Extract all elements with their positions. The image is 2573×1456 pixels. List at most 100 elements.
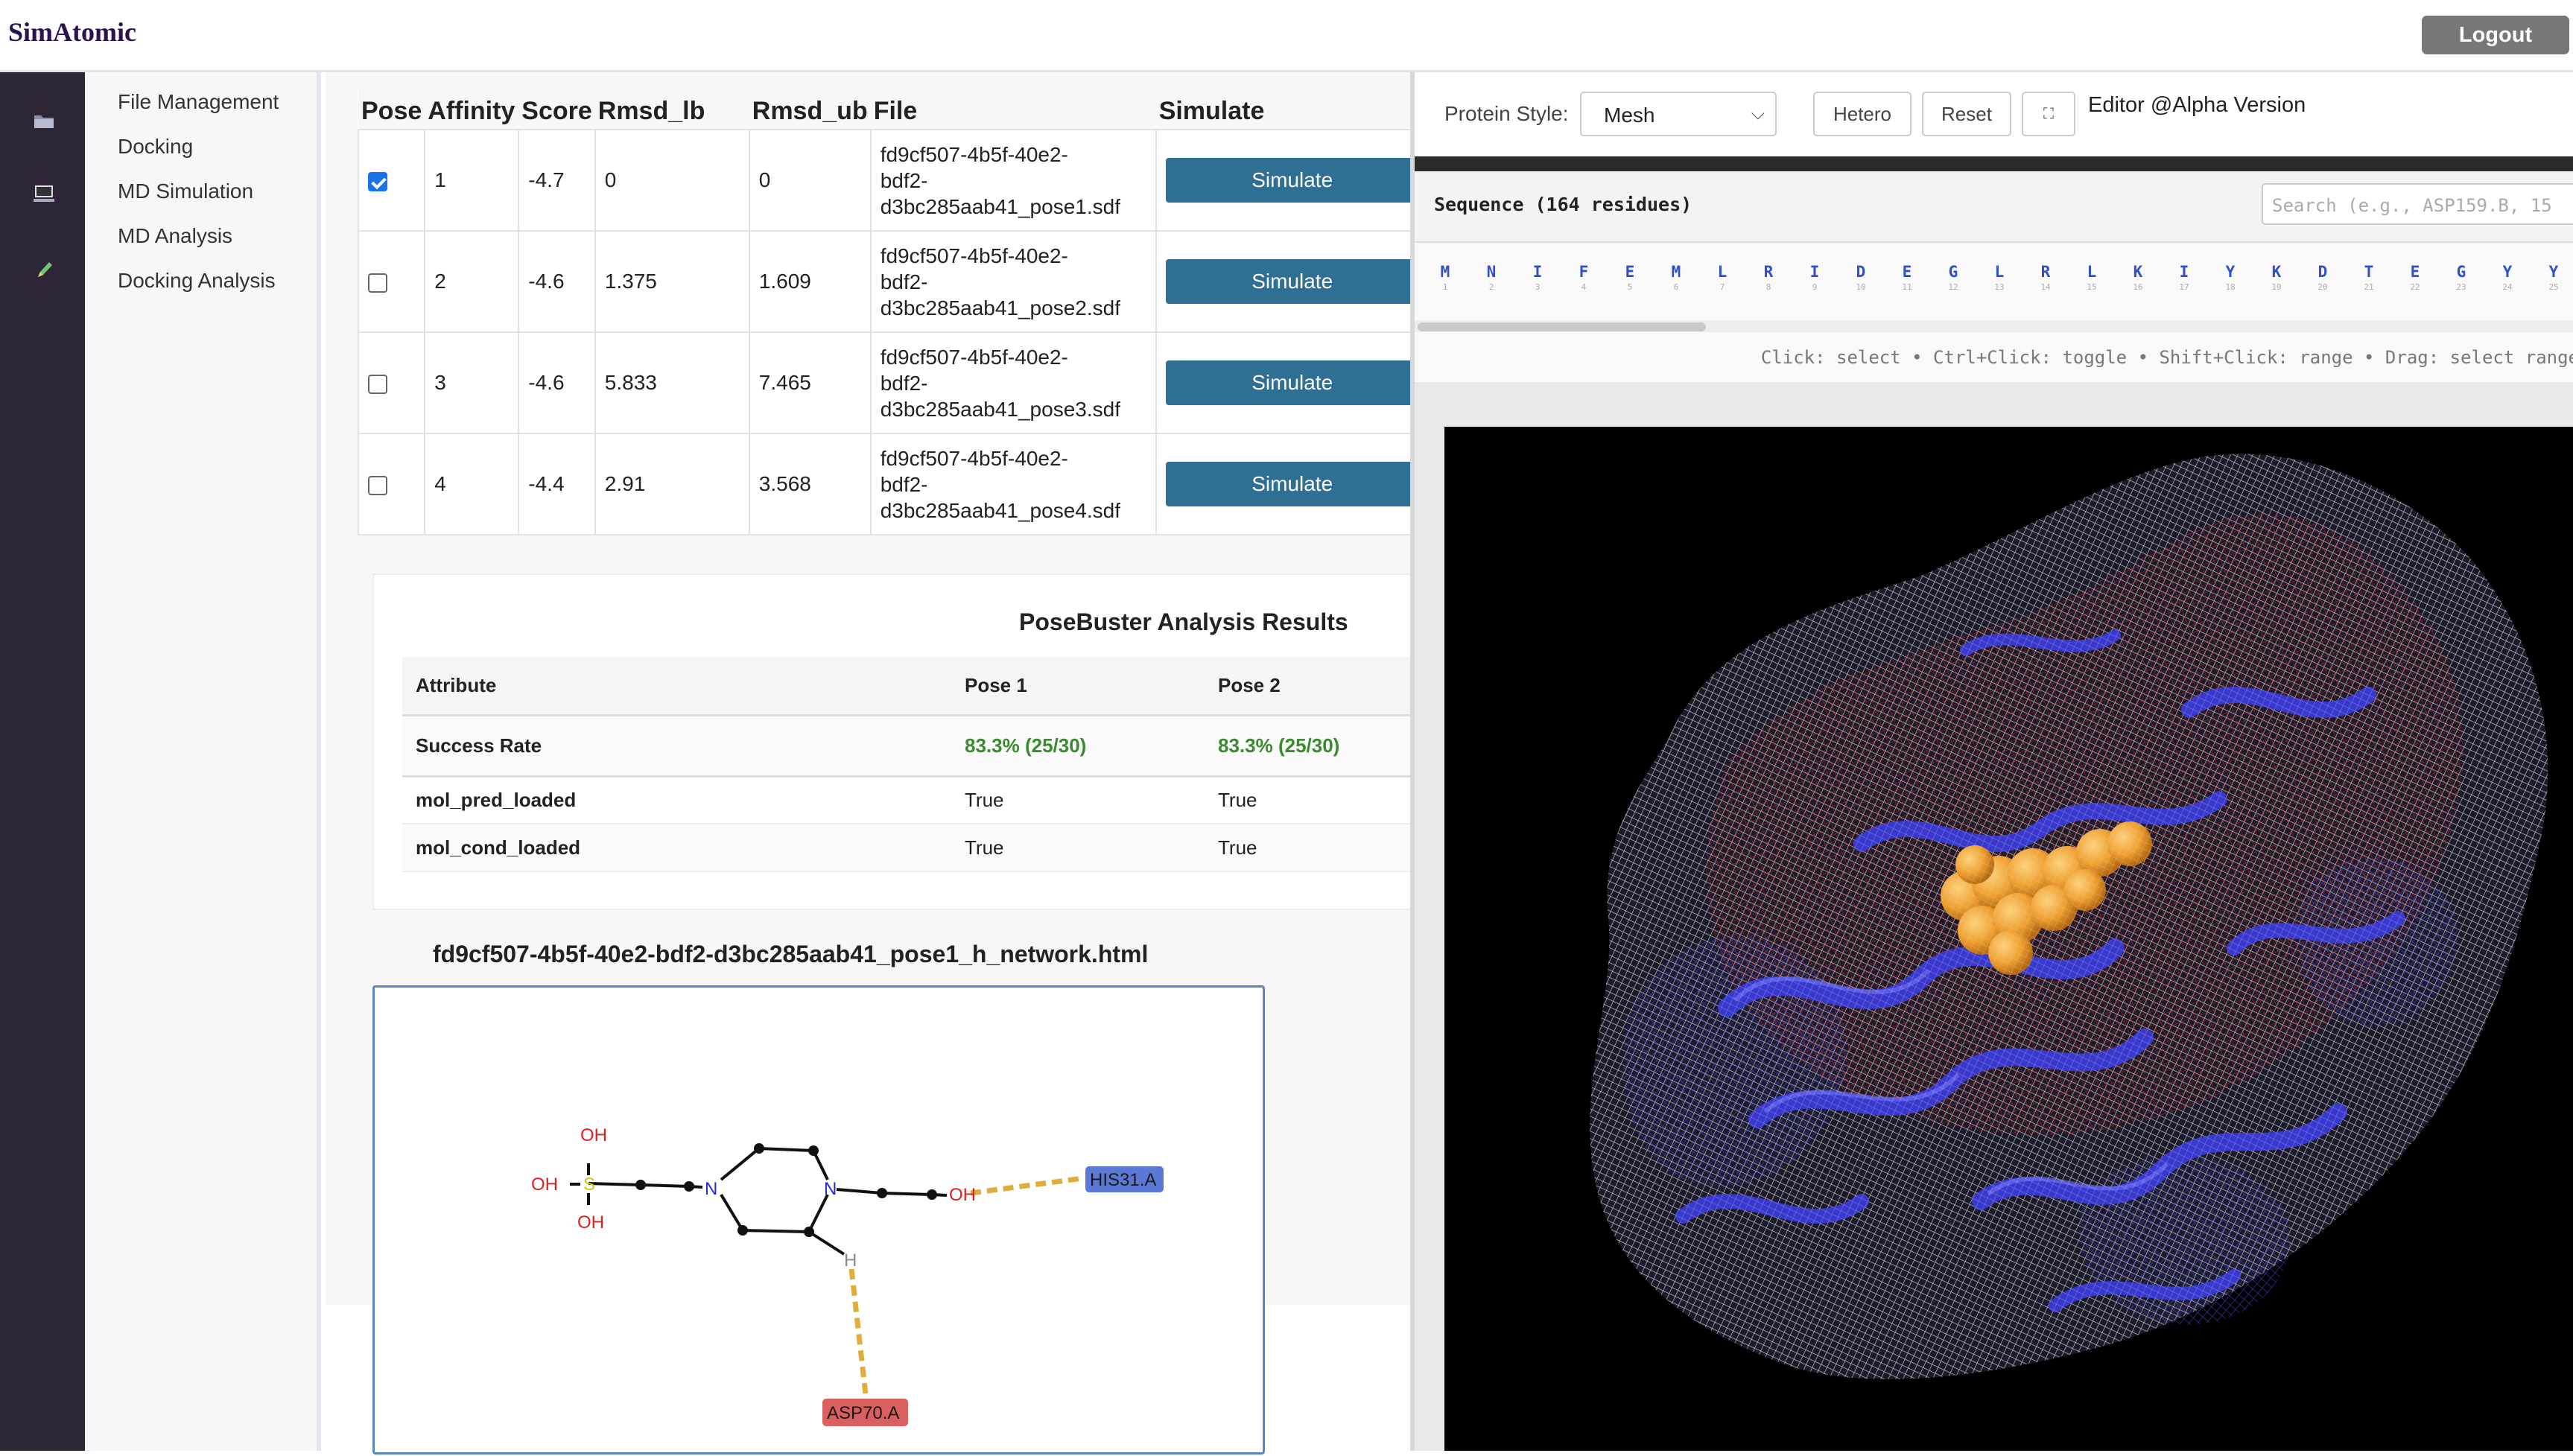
file-line: fd9cf507-4b5f-40e2- (880, 345, 1068, 369)
table-row: mol_pred_loaded True True (402, 776, 1412, 824)
attr-name: mol_pred_loaded (402, 776, 951, 824)
atom-oh-bottom: OH (577, 1212, 604, 1233)
residue-letter: T (2364, 263, 2374, 281)
sequence-panel: Sequence (164 residues) Search (e.g., AS… (1415, 171, 2573, 382)
fullscreen-icon[interactable]: ⛶ (2022, 92, 2075, 136)
residue-M1[interactable]: M1 (1422, 263, 1468, 292)
residue-F4[interactable]: F4 (1561, 263, 1607, 292)
sequence-search-input[interactable]: Search (e.g., ASP159.B, 15 (2262, 183, 2573, 225)
nav-item-file-management[interactable]: File Management (118, 90, 279, 114)
folder-icon[interactable] (31, 109, 57, 132)
residue-I3[interactable]: I3 (1514, 263, 1561, 292)
reset-button[interactable]: Reset (1922, 92, 2011, 136)
atom-oh-left: OH (531, 1174, 558, 1195)
file-line: d3bc285aab41_pose2.sdf (880, 296, 1120, 320)
residue-strip[interactable]: M 1 N 2 I 3 F 4 E 5 M 6 L 7 R 8 I 9 D 10 E 11 G 12 L 13 R 14 L 15 K 16 I… (1415, 263, 2573, 308)
col-pose1: Pose 1 (951, 657, 1205, 716)
residue-number: 24 (2502, 282, 2513, 292)
residue-L13[interactable]: L 13 (1976, 263, 2022, 292)
sequence-scroll-thumb[interactable] (1418, 322, 1706, 331)
residue-R8[interactable]: R8 (1745, 263, 1792, 292)
residue-M6[interactable]: M6 (1653, 263, 1699, 292)
attr-name: mol_cond_loaded (402, 824, 951, 872)
residue-D20[interactable]: D 20 (2300, 263, 2346, 292)
residue-E5[interactable]: E5 (1607, 263, 1653, 292)
simulate-button[interactable]: Simulate (1165, 462, 1419, 506)
atom-oh-top: OH (580, 1125, 607, 1145)
pose-checkbox[interactable] (368, 171, 387, 191)
logout-button[interactable]: Logout (2422, 16, 2569, 54)
residue-letter: N (1486, 263, 1497, 281)
residue-letter: E (2410, 263, 2420, 281)
pose-file: fd9cf507-4b5f-40e2- bdf2- d3bc285aab41_pos… (869, 331, 1157, 434)
pose-checkbox[interactable] (368, 475, 387, 495)
pose-rmsd-lb: 1.375 (594, 230, 750, 333)
pose-number: 4 (424, 433, 520, 535)
hetero-button[interactable]: Hetero (1813, 92, 1911, 136)
simulate-cell: Simulate (1155, 230, 1430, 333)
col-rmsd-lb: Rmsd_lb (594, 89, 749, 130)
pose-number: 1 (424, 129, 520, 232)
attr-pose1: True (951, 776, 1205, 824)
simulate-button[interactable]: Simulate (1165, 259, 1419, 304)
residue-I9[interactable]: I9 (1792, 263, 1838, 292)
residue-E22[interactable]: E 22 (2392, 263, 2438, 292)
file-line: fd9cf507-4b5f-40e2- (880, 142, 1068, 166)
residue-Y24[interactable]: Y 24 (2484, 263, 2531, 292)
residue-number: 16 (2133, 282, 2143, 292)
residue-K16[interactable]: K 16 (2115, 263, 2161, 292)
network-diagram: OH OH OH S N N OH H HIS31.A ASP70.A (531, 1125, 1164, 1426)
table-row: 1 -4.7 0 0 fd9cf507-4b5f-40e2- bdf2- d3bc2… (357, 129, 1430, 232)
residue-G23[interactable]: G 23 (2438, 263, 2484, 292)
residue-G12[interactable]: G 12 (1930, 263, 1976, 292)
residue-N2[interactable]: N2 (1468, 263, 1514, 292)
table-row: 3 -4.6 5.833 7.465 fd9cf507-4b5f-40e2- bd… (357, 331, 1430, 434)
residue-Y18[interactable]: Y 18 (2207, 263, 2253, 292)
residue-T21[interactable]: T 21 (2346, 263, 2392, 292)
monitor-icon[interactable] (31, 182, 57, 205)
residue-number: 22 (2410, 282, 2420, 292)
residue-K19[interactable]: K 19 (2253, 263, 2300, 292)
file-line: d3bc285aab41_pose4.sdf (880, 498, 1120, 522)
app-logo[interactable]: SimAtomic (8, 16, 136, 48)
table-row: Success Rate 83.3% (25/30) 83.3% (25/30) (402, 715, 1412, 778)
molecule-3d-viewer[interactable] (1444, 427, 2573, 1451)
residue-E11[interactable]: E 11 (1884, 263, 1930, 292)
pose-file: fd9cf507-4b5f-40e2- bdf2- d3bc285aab41_pos… (869, 433, 1157, 535)
simulate-button[interactable]: Simulate (1165, 158, 1419, 203)
file-line: bdf2- (880, 270, 928, 293)
file-line: d3bc285aab41_pose1.sdf (880, 194, 1120, 218)
residue-letter: E (1625, 263, 1635, 281)
pose-checkbox[interactable] (368, 273, 387, 293)
pencil-icon[interactable] (31, 258, 57, 281)
sequence-title: Sequence (164 residues) (1434, 194, 1692, 215)
nav-item-docking-analysis[interactable]: Docking Analysis (118, 269, 276, 293)
residue-D10[interactable]: D 10 (1838, 263, 1884, 292)
simulate-button[interactable]: Simulate (1165, 360, 1419, 405)
residue-I17[interactable]: I 17 (2161, 263, 2207, 292)
nav-item-docking[interactable]: Docking (118, 135, 193, 159)
simulate-cell: Simulate (1155, 129, 1430, 232)
atom-nitrogen-2: N (824, 1179, 837, 1199)
posebuster-header-row: Attribute Pose 1 Pose 2 (402, 657, 1412, 716)
residue-L15[interactable]: L 15 (2069, 263, 2115, 292)
residue-R14[interactable]: R 14 (2022, 263, 2069, 292)
posebuster-title: PoseBuster Analysis Results (1019, 608, 1348, 635)
residue-asp-label: ASP70.A (827, 1403, 899, 1423)
pose-rmsd-ub: 7.465 (748, 331, 872, 434)
top-bar: SimAtomic Logout (0, 0, 2573, 72)
nav-item-md-simulation[interactable]: MD Simulation (118, 179, 253, 203)
residue-L7[interactable]: L7 (1699, 263, 1745, 292)
residue-Y25[interactable]: Y 25 (2531, 263, 2573, 292)
residue-number: 19 (2271, 282, 2282, 292)
interaction-network[interactable]: OH OH OH S N N OH H HIS31.A ASP70.A (372, 985, 1265, 1455)
table-row: 4 -4.4 2.91 3.568 fd9cf507-4b5f-40e2- bdf… (357, 433, 1430, 535)
residue-number: 9 (1812, 282, 1818, 292)
protein-style-select[interactable]: Mesh ⌵ (1580, 92, 1777, 136)
nav-item-md-analysis[interactable]: MD Analysis (118, 224, 232, 248)
residue-letter: Y (2548, 263, 2559, 281)
pose-number: 2 (424, 230, 520, 333)
pose-checkbox[interactable] (368, 374, 387, 394)
protein-render (1590, 454, 2548, 1379)
col-pose2: Pose 2 (1205, 657, 1412, 716)
